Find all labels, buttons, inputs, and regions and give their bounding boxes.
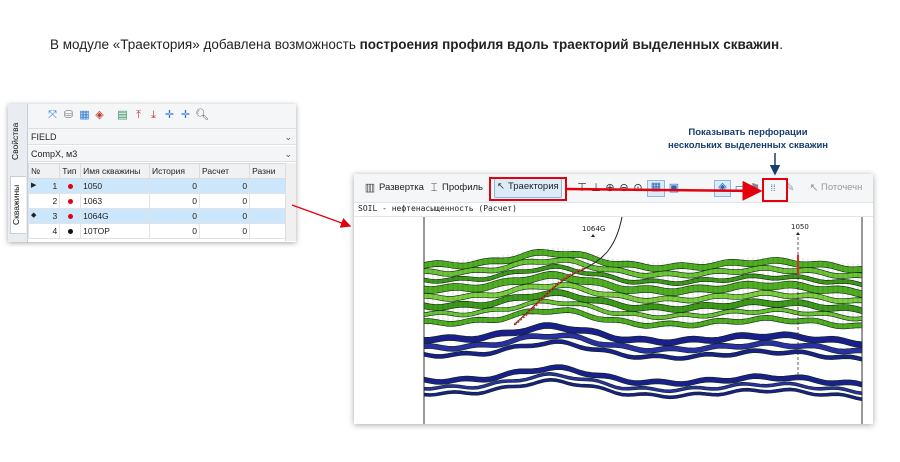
tab-wells[interactable]: Скважины [10,176,26,234]
history-value: 0 [148,193,201,209]
chevron-down-icon: ⌄ [284,132,292,142]
property-label: SOIL - нефтенасыщенность (Расчет) [354,202,873,217]
flag-icon[interactable]: ⚑ [749,182,761,194]
panel-to-window-arrow [291,204,352,228]
tab-properties[interactable]: Свойства [10,112,25,170]
well-type-icon [59,208,82,224]
excel-icon[interactable]: ▤ [116,109,129,122]
layers-icon[interactable]: ◈ [714,180,731,197]
streamline-icon: ↖ [809,182,819,194]
tab-profile[interactable]: Профиль [442,181,483,195]
wells-toolbar: ⤧ ⛁ ▦ ◈ ▤ ⤒ ⤓ ✛ ✛ 🔍︎ [28,104,296,129]
profile-icon: ⌶ [430,182,438,194]
column-header-type[interactable]: Тип [59,163,82,179]
table-icon[interactable]: ▣ [668,182,680,194]
column-header-name[interactable]: Имя скважины [80,163,150,179]
calc-value: 0 [199,178,251,194]
zoom-in-icon[interactable]: ⊕ [604,182,616,194]
grid-toggle-icon[interactable]: ▦ [647,180,665,197]
side-tabs: Свойства Скважины [8,104,28,242]
vertical-scrollbar[interactable] [285,163,296,241]
calc-value: 0 [199,193,251,209]
column-header-history[interactable]: История [148,163,201,179]
table-row[interactable]: ▶ 1 1050 0 0 [27,178,296,194]
profile-window: ▥ Развертка ⌶ Профиль ↖ Траектория ⊤ ⊥ ⊕… [354,174,873,424]
history-value: 0 [148,178,201,194]
grid-icon[interactable]: ▦ [78,109,91,122]
row-number: ▶ 1 [27,178,61,194]
well-name: 10TOP [80,223,150,239]
well-type-icon [59,223,82,239]
property-select[interactable]: CompX, м3 ⌄ [28,146,296,162]
calc-value: 0 [199,208,251,224]
well-label-1064g: 1064G [582,225,605,233]
cross-section-view[interactable]: 1064G 1050 [354,217,873,424]
highlight-trajectory-tab [489,177,567,201]
filter-icon[interactable]: ◈ [93,109,106,122]
expand-icon[interactable]: ⤧ [46,109,59,122]
zoom-fit-icon[interactable]: ⊙ [632,182,644,194]
well-type-icon [59,178,82,194]
annotation-callout: Показывать перфорации нескольких выделен… [653,126,843,152]
headline-prefix: В модуле «Траектория» добавлена возможно… [50,37,360,52]
annotation-line-2: нескольких выделенных скважин [667,140,829,151]
well-dot-icon [67,199,73,205]
field-select-value: FIELD [31,132,57,142]
well-dot-icon [67,214,73,220]
headline-bold: построения профиля вдоль траекторий выде… [359,37,780,52]
well-dot-icon [67,184,73,190]
well-label-1050: 1050 [791,223,809,231]
search-icon[interactable]: 🔍︎ [195,109,209,122]
history-value: 0 [148,208,201,224]
row-number: 4 [27,223,61,239]
wells-table: № Тип Имя скважины История Расчет Разни … [27,163,296,239]
highlight-perforation-button [762,178,788,202]
database-icon[interactable]: ⛁ [62,109,75,122]
table-row[interactable]: ◆ 3 1064G 0 0 [27,208,296,224]
align-top-icon[interactable]: ⊤ [576,182,588,194]
well-marker-icon [591,234,595,237]
table-row[interactable]: 2 1063 0 0 [27,193,296,209]
column-header-calc[interactable]: Расчет [199,163,251,179]
headline: В модуле «Траектория» добавлена возможно… [50,37,783,52]
sweep-icon: ▥ [364,182,376,194]
headline-suffix: . [779,37,783,52]
add-branch-icon[interactable]: ✛ [179,109,192,122]
profile-toolbar: ▥ Развертка ⌶ Профиль ↖ Траектория ⊤ ⊥ ⊕… [354,174,873,203]
property-select-value: CompX, м3 [31,149,78,159]
chevron-down-icon: ⌄ [284,149,292,159]
wells-panel: Свойства Скважины ⤧ ⛁ ▦ ◈ ▤ ⤒ ⤓ ✛ ✛ 🔍︎ F… [8,104,296,242]
column-header-no[interactable]: № [27,163,61,179]
history-value: 0 [148,223,201,239]
annotation-line-1: Показывать перфорации [688,127,808,138]
field-select[interactable]: FIELD ⌄ [28,129,296,145]
calc-value: 0 [199,223,251,239]
align-middle-icon[interactable]: ⊥ [590,182,602,194]
well-name: 1064G [80,208,150,224]
row-number: 2 [27,193,61,209]
tab-sweep[interactable]: Развертка [379,181,424,195]
add-well-icon[interactable]: ✛ [163,109,176,122]
move-down-icon[interactable]: ⤓ [147,109,160,122]
well-dot-icon [67,229,73,235]
tab-streamlines[interactable]: Поточечн [821,181,862,195]
well-type-icon [59,193,82,209]
table-row[interactable]: 4 10TOP 0 0 [27,223,296,239]
well-name: 1063 [80,193,150,209]
well-marker-icon [796,232,800,235]
zoom-out-icon[interactable]: ⊖ [618,182,630,194]
row-number: ◆ 3 [27,208,61,224]
move-up-icon[interactable]: ⤒ [132,109,145,122]
perforation-icon[interactable]: ▭ [734,182,746,194]
well-name: 1050 [80,178,150,194]
